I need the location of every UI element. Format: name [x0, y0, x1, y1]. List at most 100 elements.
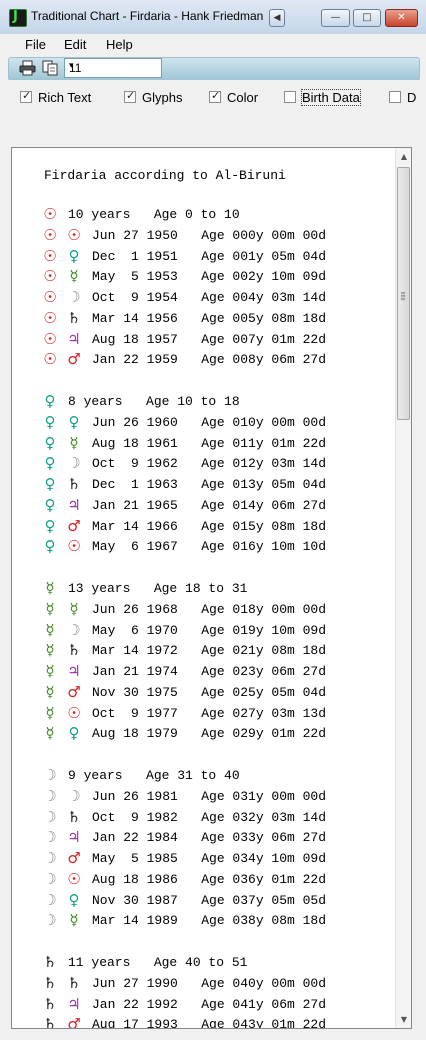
window-title: Traditional Chart - Firdaria - Hank Frie… — [31, 9, 264, 23]
subperiod-text: Oct 9 1982 Age 032y 03m 14d — [92, 809, 327, 825]
checkbox-box[interactable] — [209, 89, 221, 103]
moon-glyph-icon: ☽ — [67, 288, 81, 306]
saturn-glyph-icon: ♄ — [43, 994, 57, 1013]
checkbox-box[interactable] — [20, 89, 32, 103]
period-header-text: 13 years Age 18 to 31 — [68, 581, 248, 596]
subperiod-text: Aug 18 1979 Age 029y 01m 22d — [92, 726, 327, 742]
subperiod-text: Jan 21 1974 Age 023y 06m 27d — [92, 664, 327, 679]
saturn-glyph-icon: ♄ — [43, 973, 57, 992]
subperiod-text: Nov 30 1987 Age 037y 05m 05d — [92, 892, 327, 908]
moon-glyph-icon: ☽ — [43, 869, 57, 888]
app-icon — [9, 9, 27, 27]
saturn-glyph-icon: ♄ — [67, 641, 81, 660]
sun-glyph-icon: ☉ — [43, 246, 57, 265]
subperiod-text: Oct 9 1977 Age 027y 03m 13d — [92, 705, 327, 721]
scroll-up-icon[interactable]: ▲ — [396, 148, 411, 165]
mercury-glyph-icon: ☿ — [69, 433, 79, 452]
mercury-glyph-icon: ☿ — [69, 267, 79, 286]
sun-glyph-icon: ☉ — [43, 205, 57, 223]
firdaria-text-panel[interactable]: Firdaria according to Al-Biruni ☉ 10 year… — [11, 147, 412, 1029]
venus-glyph-icon: ♀ — [68, 412, 80, 431]
sun-glyph-icon: ☉ — [43, 329, 57, 348]
period-header-text: 9 years Age 31 to 40 — [68, 768, 240, 783]
maximize-button[interactable]: □ — [353, 9, 381, 27]
venus-glyph-icon: ♀ — [44, 516, 56, 535]
subperiod-text: Jun 26 1968 Age 018y 00m 00d — [92, 601, 327, 617]
subperiod-text: Aug 18 1957 Age 007y 01m 22d — [92, 331, 327, 347]
sun-glyph-icon: ☉ — [67, 225, 81, 244]
moon-glyph-icon: ☽ — [67, 786, 81, 805]
subperiod-text: May 5 1953 Age 002y 10m 09d — [92, 269, 327, 285]
period-header-text: 11 years Age 40 to 51 — [68, 955, 248, 970]
menu-help[interactable]: Help — [106, 37, 133, 52]
mars-glyph-icon: ♂ — [67, 682, 81, 701]
subperiod-text: Nov 30 1975 Age 025y 05m 04d — [92, 684, 327, 700]
sun-glyph-icon: ☉ — [67, 537, 81, 556]
close-button[interactable]: ✕ — [385, 9, 418, 27]
sun-glyph-icon: ☉ — [67, 869, 81, 888]
venus-glyph-icon: ♀ — [44, 495, 56, 514]
subperiod-text: Jan 22 1984 Age 033y 06m 27d — [92, 830, 327, 846]
subperiod-text: Jun 27 1950 Age 000y 00m 00d — [92, 227, 327, 243]
chevron-down-icon[interactable]: ▾ — [69, 60, 157, 71]
mercury-glyph-icon: ☿ — [45, 620, 55, 639]
subperiod-text: May 6 1970 Age 019y 10m 09d — [92, 622, 327, 638]
moon-glyph-icon: ☽ — [67, 620, 81, 639]
moon-glyph-icon: ☽ — [43, 911, 57, 930]
subperiod-text: Jan 21 1965 Age 014y 06m 27d — [92, 497, 327, 513]
venus-glyph-icon: ♀ — [44, 433, 56, 452]
sun-glyph-icon: ☉ — [43, 288, 57, 306]
scrollbar-thumb[interactable]: ‗ ‗ ‗ — [397, 167, 410, 420]
jupiter-glyph-icon: ♃ — [67, 994, 81, 1013]
scroll-down-icon[interactable]: ▼ — [396, 1011, 411, 1028]
mars-glyph-icon: ♂ — [67, 350, 81, 369]
subperiod-text: Oct 9 1962 Age 012y 03m 14d — [92, 456, 327, 472]
subperiod-text: May 6 1967 Age 016y 10m 10d — [92, 539, 327, 555]
venus-glyph-icon: ♀ — [44, 392, 56, 410]
minimize-button[interactable]: — — [321, 9, 350, 27]
sun-glyph-icon: ☉ — [43, 350, 57, 369]
zoom-select[interactable]: 11 ▾ — [64, 58, 162, 78]
mercury-glyph-icon: ☿ — [69, 599, 79, 618]
grip-icon: ‗ ‗ ‗ — [401, 285, 405, 300]
subperiod-text: Aug 18 1961 Age 011y 01m 22d — [92, 435, 327, 451]
saturn-glyph-icon: ♄ — [67, 475, 81, 493]
jupiter-glyph-icon: ♃ — [67, 662, 81, 680]
mercury-glyph-icon: ☿ — [45, 662, 55, 680]
menu-file[interactable]: File — [25, 37, 46, 52]
mars-glyph-icon: ♂ — [67, 516, 81, 535]
moon-glyph-icon: ☽ — [43, 890, 57, 909]
mercury-glyph-icon: ☿ — [45, 641, 55, 660]
period-header-text: 10 years Age 0 to 10 — [68, 207, 240, 222]
vertical-scrollbar[interactable]: ▲ ‗ ‗ ‗ ▼ — [395, 148, 411, 1028]
subperiod-text: Mar 14 1956 Age 005y 08m 18d — [92, 310, 327, 326]
title-bar[interactable]: Traditional Chart - Firdaria - Hank Frie… — [0, 0, 426, 35]
mercury-glyph-icon: ☿ — [45, 682, 55, 701]
menu-edit[interactable]: Edit — [64, 37, 86, 52]
mars-glyph-icon: ♂ — [67, 1015, 81, 1028]
jupiter-glyph-icon: ♃ — [67, 828, 81, 847]
subperiod-text: Aug 17 1993 Age 043y 01m 22d — [92, 1017, 327, 1028]
checkbox-box[interactable] — [124, 89, 136, 103]
subperiod-text: Mar 14 1966 Age 015y 08m 18d — [92, 518, 327, 534]
system-menu-button[interactable]: ◀ — [269, 9, 285, 27]
sun-glyph-icon: ☉ — [43, 225, 57, 244]
checkbox-box[interactable] — [284, 91, 296, 103]
subperiod-text: Jun 27 1990 Age 040y 00m 00d — [92, 975, 327, 991]
printer-icon[interactable] — [19, 60, 36, 76]
mercury-glyph-icon: ☿ — [45, 724, 55, 743]
checkbox-label: Birth Data — [301, 89, 361, 106]
moon-glyph-icon: ☽ — [43, 849, 57, 867]
page-title: Firdaria according to Al-Biruni — [44, 168, 286, 183]
subperiod-text: Jun 26 1960 Age 010y 00m 00d — [92, 414, 327, 430]
venus-glyph-icon: ♀ — [44, 454, 56, 473]
checkbox-label: D — [407, 90, 417, 105]
mercury-glyph-icon: ☿ — [45, 579, 55, 597]
checkbox-label: Glyphs — [142, 90, 183, 105]
checkbox-box[interactable] — [389, 91, 401, 103]
copy-icon[interactable] — [42, 60, 59, 76]
venus-glyph-icon: ♀ — [44, 537, 56, 556]
text-scroll-area[interactable]: Firdaria according to Al-Biruni ☉ 10 year… — [12, 148, 395, 1028]
subperiod-text: Oct 9 1954 Age 004y 03m 14d — [92, 290, 327, 305]
saturn-glyph-icon: ♄ — [43, 953, 57, 971]
